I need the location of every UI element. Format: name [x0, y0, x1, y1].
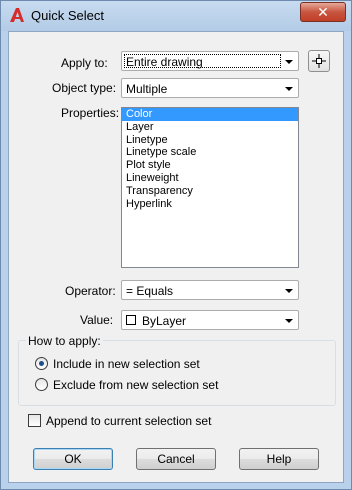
list-item[interactable]: Linetype — [122, 134, 298, 147]
dropdown-arrow-icon — [285, 60, 293, 64]
ok-button[interactable]: OK — [33, 448, 113, 470]
dropdown-arrow-icon — [285, 289, 293, 293]
how-to-apply-title: How to apply: — [26, 334, 103, 348]
properties-list[interactable]: Color Layer Linetype Linetype scale Plot… — [121, 107, 299, 268]
quick-select-dialog: Quick Select ✕ Apply to: Entire drawing … — [0, 0, 352, 490]
ok-label: OK — [64, 452, 82, 466]
close-button[interactable]: ✕ — [300, 2, 346, 22]
object-type-dropdown[interactable]: Multiple — [121, 78, 299, 98]
value-value: ByLayer — [142, 314, 187, 328]
list-item[interactable]: Linetype scale — [122, 146, 298, 159]
object-type-value: Multiple — [126, 82, 168, 96]
operator-label: Operator: — [65, 284, 116, 298]
apply-to-value: Entire drawing — [126, 55, 203, 69]
help-label: Help — [266, 452, 292, 466]
operator-value: = Equals — [126, 284, 174, 298]
color-swatch — [126, 315, 136, 325]
object-type-label: Object type: — [52, 81, 117, 95]
list-item[interactable]: Plot style — [122, 159, 298, 172]
title-bar[interactable]: Quick Select ✕ — [1, 1, 351, 31]
list-item[interactable]: Hyperlink — [122, 198, 298, 211]
list-item[interactable]: Color — [122, 108, 298, 121]
include-label[interactable]: Include in new selection set — [53, 357, 200, 371]
help-button[interactable]: Help — [239, 448, 319, 470]
apply-to-dropdown[interactable]: Entire drawing — [121, 51, 299, 71]
list-item[interactable]: Transparency — [122, 185, 298, 198]
operator-dropdown[interactable]: = Equals — [121, 280, 299, 300]
dropdown-arrow-icon — [285, 319, 293, 323]
close-icon: ✕ — [317, 3, 329, 20]
cancel-button[interactable]: Cancel — [136, 448, 216, 470]
list-item[interactable]: Lineweight — [122, 172, 298, 185]
value-label: Value: — [80, 313, 114, 327]
window-title: Quick Select — [31, 8, 104, 23]
autocad-logo-icon — [10, 8, 24, 22]
append-checkbox[interactable] — [28, 414, 41, 427]
append-label[interactable]: Append to current selection set — [46, 414, 211, 428]
how-to-apply-group — [18, 340, 336, 406]
exclude-radio[interactable] — [35, 378, 48, 391]
value-dropdown[interactable]: ByLayer — [121, 310, 299, 330]
exclude-label[interactable]: Exclude from new selection set — [53, 378, 218, 392]
cancel-label: Cancel — [157, 452, 195, 466]
include-radio[interactable] — [35, 357, 48, 370]
apply-to-label: Apply to: — [61, 56, 108, 70]
crosshair-pick-icon — [312, 54, 326, 68]
list-item[interactable]: Layer — [122, 121, 298, 134]
select-objects-button[interactable] — [308, 50, 330, 72]
properties-label: Properties: — [61, 106, 120, 120]
dropdown-arrow-icon — [285, 87, 293, 91]
